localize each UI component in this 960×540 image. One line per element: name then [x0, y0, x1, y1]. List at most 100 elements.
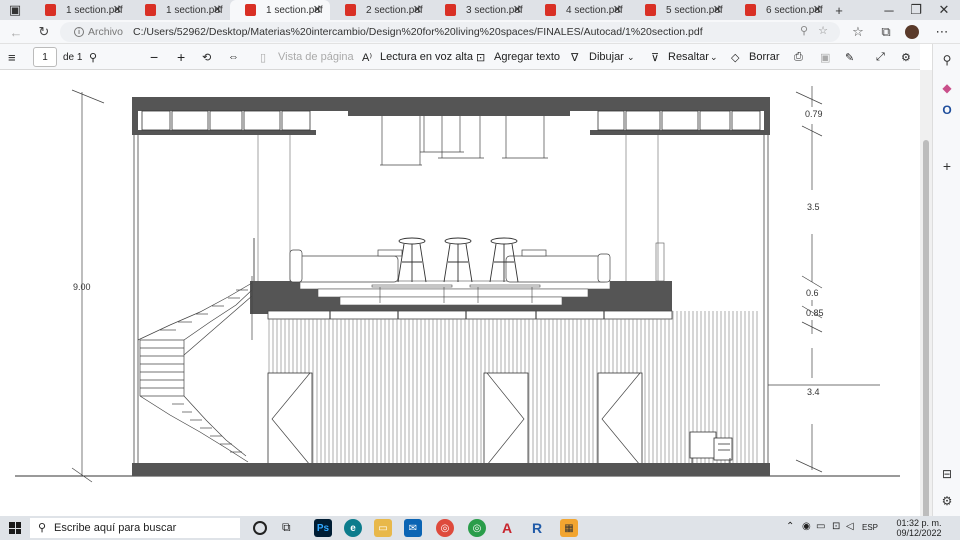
highlight-chevron-down-icon[interactable]: ⌄	[710, 47, 718, 67]
page-number-input[interactable]: 1	[33, 47, 57, 67]
highlight-button[interactable]: Resaltar	[668, 47, 709, 67]
tab-5[interactable]: 3 section.pdf ✕	[430, 0, 530, 20]
read-aloud-button[interactable]: Lectura en voz alta	[380, 47, 473, 67]
page-total-label: de 1	[63, 51, 83, 63]
print-icon[interactable]: ⎙	[794, 47, 803, 67]
settings-gear-icon[interactable]: ⚙	[901, 47, 911, 67]
tab-close-icon[interactable]: ✕	[513, 3, 522, 16]
fullscreen-icon[interactable]: ⤢	[876, 47, 885, 67]
close-window-button[interactable]: ✕	[931, 0, 957, 20]
tray-chevron-up-icon[interactable]: ⌃	[786, 521, 794, 532]
tab-close-icon[interactable]: ✕	[113, 3, 122, 16]
tab-7[interactable]: 5 section.pdf ✕	[630, 0, 730, 20]
more-options-icon[interactable]: ⋯	[932, 22, 952, 42]
favorites-icon[interactable]: ☆	[848, 22, 868, 42]
tray-app-icon[interactable]: ◉	[802, 521, 811, 532]
minimize-button[interactable]: ─	[876, 0, 902, 20]
pdf-file-icon	[745, 4, 756, 16]
save-icon: ▣	[820, 51, 831, 64]
zoom-out-icon[interactable]: −	[150, 47, 158, 67]
tab-3[interactable]: 1 section.pdf ✕	[230, 0, 330, 20]
tab-1[interactable]: 1 section.pdf ✕	[30, 0, 130, 20]
eraser-icon[interactable]: ◇	[731, 47, 739, 67]
chrome-app-icon[interactable]: ◎	[436, 519, 454, 537]
autocad-app-icon[interactable]: A	[498, 519, 516, 537]
erase-button[interactable]: Borrar	[749, 47, 780, 67]
system-clock[interactable]: 01:32 p. m. 09/12/2022	[884, 518, 954, 538]
edge-sidebar: ⚲ ◆ O + ⊟ ⚙	[932, 44, 960, 516]
scrollbar-thumb[interactable]	[923, 140, 929, 520]
chrome-profile-app-icon[interactable]: ◎	[468, 519, 486, 537]
dimension-label-1: 0.79	[805, 109, 823, 119]
document-scrollbar[interactable]	[920, 70, 932, 520]
tab-6[interactable]: 4 section.pdf ✕	[530, 0, 630, 20]
tab-close-icon[interactable]: ✕	[613, 3, 622, 16]
read-aloud-icon[interactable]: A⁾	[362, 47, 372, 67]
fit-page-icon[interactable]: ⇔	[228, 47, 239, 67]
back-icon[interactable]: ←	[6, 22, 26, 42]
draw-chevron-down-icon[interactable]: ⌄	[627, 47, 635, 67]
pdf-file-icon	[145, 4, 156, 16]
add-text-icon[interactable]: ⊡	[476, 47, 485, 67]
sidebar-settings-icon[interactable]: ⚙	[939, 493, 955, 509]
file-explorer-app-icon[interactable]: ▭	[374, 519, 392, 537]
pdf-page: 9.00 0.79 3.5 0.6 0.85 3.4	[0, 70, 920, 516]
add-text-button[interactable]: Agregar texto	[494, 47, 560, 67]
edge-app-icon[interactable]: e	[344, 519, 362, 537]
task-view-icon[interactable]: ⧉	[282, 520, 291, 535]
pdf-file-icon	[645, 4, 656, 16]
draw-icon[interactable]: ∇	[571, 47, 578, 67]
new-tab-button[interactable]: +	[826, 0, 852, 20]
cortana-icon[interactable]	[253, 521, 267, 535]
calculator-app-icon[interactable]: ▦	[560, 519, 578, 537]
url-text: C:/Users/52962/Desktop/Materias%20interc…	[133, 26, 703, 38]
pdf-file-icon	[245, 4, 256, 16]
profile-avatar[interactable]	[902, 22, 922, 42]
draw-button[interactable]: Dibujar	[589, 47, 624, 67]
zoom-icon[interactable]: ⚲	[800, 24, 808, 37]
zoom-in-icon[interactable]: +	[177, 47, 185, 67]
sidebar-outlook-icon[interactable]: O	[939, 102, 955, 118]
tab-close-icon[interactable]: ✕	[213, 3, 222, 16]
save-as-icon[interactable]: ✎	[845, 47, 854, 67]
maximize-button[interactable]: ❐	[903, 0, 929, 20]
tab-close-icon[interactable]: ✕	[813, 3, 822, 16]
pdf-toolbar: ≡ 1 de 1 ⚲ − + ⟲ ⇔ ▯ Vista de página A⁾ …	[0, 44, 920, 70]
contents-menu-icon[interactable]: ≡	[8, 47, 16, 67]
tab-close-icon[interactable]: ✕	[413, 3, 422, 16]
favorite-star-icon[interactable]: ☆	[818, 24, 828, 37]
sidebar-search-icon[interactable]: ⚲	[939, 52, 955, 68]
pdf-file-icon	[45, 4, 56, 16]
tray-network-icon[interactable]: ⊡	[832, 521, 840, 532]
tab-close-icon[interactable]: ✕	[313, 3, 322, 16]
taskbar-search-icon: ⚲	[38, 522, 47, 534]
sidebar-split-icon[interactable]: ⊟	[939, 466, 955, 482]
url-field[interactable]: i Archivo C:/Users/52962/Desktop/Materia…	[60, 22, 840, 42]
rotate-icon[interactable]: ⟲	[202, 47, 211, 67]
revit-app-icon[interactable]: R	[528, 519, 546, 537]
taskbar-search-box[interactable]: ⚲ Escribe aquí para buscar	[30, 518, 240, 538]
tab-close-icon[interactable]: ✕	[713, 3, 722, 16]
highlight-icon[interactable]: ⊽	[651, 47, 659, 67]
tab-4[interactable]: 2 section.pdf ✕	[330, 0, 430, 20]
start-windows-icon[interactable]	[9, 522, 21, 534]
mail-app-icon[interactable]: ✉	[404, 519, 422, 537]
info-icon[interactable]: i	[74, 27, 84, 37]
page-view-button: Vista de página	[278, 51, 354, 63]
tray-volume-icon[interactable]: ◁	[846, 521, 854, 532]
section-drawing: 9.00 0.79 3.5 0.6 0.85 3.4	[15, 86, 900, 483]
taskbar-search-placeholder: Escribe aquí para buscar	[54, 522, 177, 534]
tab-actions-icon[interactable]: ▣	[2, 0, 28, 20]
tab-2[interactable]: 1 section.pdf ✕	[130, 0, 230, 20]
photoshop-app-icon[interactable]: Ps	[314, 519, 332, 537]
language-indicator[interactable]: ESP	[862, 523, 878, 532]
tab-8[interactable]: 6 section.pdf ✕	[730, 0, 830, 20]
sidebar-add-icon[interactable]: +	[939, 158, 955, 174]
search-icon[interactable]: ⚲	[89, 47, 97, 67]
address-bar-row: ← ↻ i Archivo C:/Users/52962/Desktop/Mat…	[0, 20, 960, 44]
refresh-icon[interactable]: ↻	[34, 22, 54, 42]
windows-taskbar: ⚲ Escribe aquí para buscar ⧉ Ps e ▭ ✉ ◎ …	[0, 516, 960, 540]
collections-icon[interactable]: ⧉	[876, 22, 896, 42]
tray-battery-icon[interactable]: ▭	[816, 521, 825, 532]
sidebar-shopping-icon[interactable]: ◆	[939, 80, 955, 96]
